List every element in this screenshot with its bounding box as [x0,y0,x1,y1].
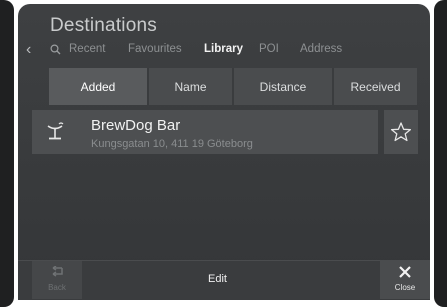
close-icon [399,266,411,278]
tab-received[interactable]: Received [334,68,417,105]
left-bezel [0,0,14,307]
tab-name[interactable]: Name [149,68,234,105]
chevron-left-icon[interactable]: ‹ [26,40,40,60]
back-label: Back [48,283,66,292]
page-title: Destinations [50,15,157,36]
destination-address: Kungsgatan 10, 411 19 Göteborg [91,138,253,150]
nav-favourites[interactable]: Favourites [128,43,182,55]
edit-button[interactable]: Edit [208,273,227,285]
destination-nav: ‹ Recent Favourites Library POI Address [18,40,430,60]
right-bezel [434,0,447,307]
bar-cocktail-icon [47,122,64,140]
close-button[interactable]: Close [380,261,430,299]
close-label: Close [394,283,416,292]
destination-name: BrewDog Bar [91,117,181,134]
star-outline-icon [390,122,412,142]
tab-added[interactable]: Added [49,68,149,105]
tab-distance[interactable]: Distance [234,68,334,105]
list-item[interactable]: BrewDog Bar Kungsgatan 10, 411 19 Götebo… [32,110,378,154]
nav-poi[interactable]: POI [259,43,279,55]
return-arrow-icon [52,266,63,277]
sort-tabs: Added Name Distance Received [32,68,444,105]
nav-library[interactable]: Library [204,43,243,55]
favourite-button[interactable] [384,110,418,154]
bottom-action-bar: Back Edit Close [18,260,430,300]
nav-recent[interactable]: Recent [69,43,105,55]
nav-address[interactable]: Address [300,43,342,55]
search-icon[interactable] [50,44,61,55]
back-button[interactable]: Back [32,261,82,299]
